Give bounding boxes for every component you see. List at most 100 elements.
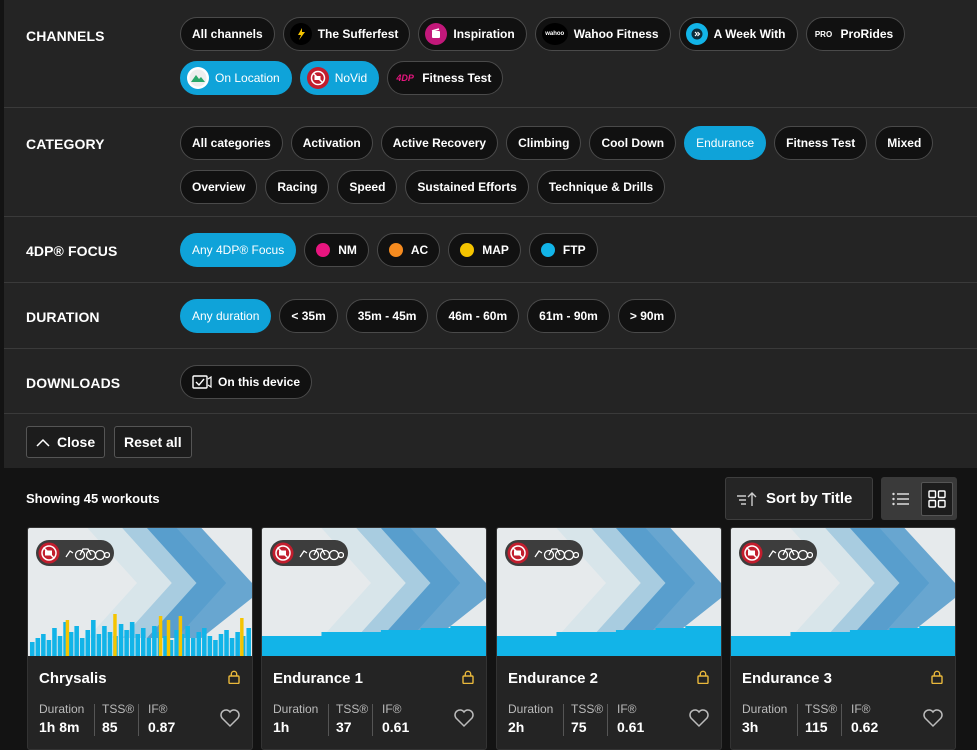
cycling-icon bbox=[533, 545, 579, 561]
profile-peak-bar bbox=[158, 616, 163, 656]
profile-peak-bar bbox=[178, 616, 183, 656]
reset-all-button[interactable]: Reset all bbox=[114, 426, 192, 458]
duration-stat: Duration 3h bbox=[742, 702, 788, 735]
profile-bar bbox=[118, 624, 124, 656]
favorite-heart-icon[interactable] bbox=[453, 708, 475, 733]
stat-divider bbox=[607, 704, 608, 736]
chip-technique-drills[interactable]: Technique & Drills bbox=[536, 170, 666, 204]
workout-card[interactable]: Endurance 1 Duration 1h TSS® 37 IF® 0.61 bbox=[261, 527, 487, 750]
chip-ac[interactable]: AC bbox=[376, 233, 441, 267]
profile-peak-bar bbox=[240, 618, 244, 656]
profile-peak-bar bbox=[166, 620, 171, 656]
chip-novid[interactable]: NoVid bbox=[299, 61, 380, 95]
profile-bar bbox=[174, 630, 179, 656]
chip-on-this-device[interactable]: On this device bbox=[180, 365, 313, 399]
chip-mixed[interactable]: Mixed bbox=[875, 126, 934, 160]
lock-icon bbox=[697, 670, 709, 689]
workout-badges bbox=[505, 540, 583, 566]
workout-card[interactable]: Chrysalis Duration 1h 8m TSS® 85 IF® 0.87 bbox=[27, 527, 253, 750]
duration-label: DURATION bbox=[26, 309, 100, 325]
focus-label: 4DP® FOCUS bbox=[26, 243, 118, 259]
chip-46-60m[interactable]: 46m - 60m bbox=[436, 299, 520, 333]
chip-a-week-with[interactable]: A Week With bbox=[678, 17, 798, 51]
chip-activation[interactable]: Activation bbox=[290, 126, 373, 160]
stat-divider bbox=[94, 704, 95, 736]
chip-climbing[interactable]: Climbing bbox=[506, 126, 582, 160]
chip-any-focus[interactable]: Any 4DP® Focus bbox=[180, 233, 297, 267]
novid-icon bbox=[272, 542, 294, 564]
profile-bar bbox=[46, 640, 52, 656]
chip-cool-down[interactable]: Cool Down bbox=[589, 126, 677, 160]
stat-divider bbox=[841, 704, 842, 736]
chip-all-channels[interactable]: All channels bbox=[180, 17, 275, 51]
chip-over-90m[interactable]: > 90m bbox=[617, 299, 677, 333]
favorite-heart-icon[interactable] bbox=[219, 708, 241, 733]
category-filter-row: CATEGORY All categories Activation Activ… bbox=[4, 108, 977, 217]
list-view-icon bbox=[892, 492, 910, 506]
profile-bar bbox=[207, 636, 213, 656]
chip-the-sufferfest[interactable]: The Sufferfest bbox=[282, 17, 411, 51]
chip-racing[interactable]: Racing bbox=[265, 170, 330, 204]
ftp-dot-icon bbox=[540, 243, 555, 257]
chip-all-categories[interactable]: All categories bbox=[180, 126, 283, 160]
filter-panel: CHANNELS All channels The Sufferfest Ins… bbox=[4, 0, 977, 468]
tss-stat: TSS® 37 bbox=[336, 702, 369, 735]
chip-inspiration[interactable]: Inspiration bbox=[418, 17, 527, 51]
novid-icon bbox=[507, 542, 529, 564]
on-location-icon bbox=[187, 67, 209, 89]
channels-label: CHANNELS bbox=[26, 28, 105, 44]
chip-fitness-test-category[interactable]: Fitness Test bbox=[774, 126, 868, 160]
favorite-heart-icon[interactable] bbox=[688, 708, 710, 733]
chip-active-recovery[interactable]: Active Recovery bbox=[380, 126, 499, 160]
profile-bar bbox=[146, 638, 152, 656]
4dp-icon: 4DP bbox=[396, 73, 414, 83]
lock-icon bbox=[228, 670, 240, 689]
stat-divider bbox=[372, 704, 373, 736]
profile-bar bbox=[35, 638, 41, 656]
duration-stat: Duration 1h bbox=[273, 702, 319, 735]
close-filters-button[interactable]: Close bbox=[26, 426, 106, 458]
chip-any-duration[interactable]: Any duration bbox=[180, 299, 272, 333]
chevron-up-icon bbox=[36, 438, 50, 447]
profile-bar bbox=[190, 638, 196, 656]
category-chips: All categories Activation Active Recover… bbox=[180, 126, 970, 204]
chip-ftp[interactable]: FTP bbox=[528, 233, 598, 267]
profile-bar bbox=[41, 634, 46, 656]
chip-wahoo-fitness[interactable]: wahoo Wahoo Fitness bbox=[534, 17, 671, 51]
if-stat: IF® 0.87 bbox=[148, 702, 176, 735]
chip-speed[interactable]: Speed bbox=[337, 170, 398, 204]
profile-bar bbox=[52, 628, 57, 656]
chip-prorides[interactable]: PRO ProRides bbox=[805, 17, 906, 51]
profile-bar bbox=[68, 632, 74, 656]
profile-bar bbox=[246, 628, 252, 656]
chip-endurance[interactable]: Endurance bbox=[684, 126, 767, 160]
chip-61-90m[interactable]: 61m - 90m bbox=[527, 299, 610, 333]
duration-stat: Duration 1h 8m bbox=[39, 702, 85, 735]
list-view-button[interactable] bbox=[885, 482, 917, 516]
profile-bar bbox=[79, 638, 85, 656]
chip-under-35m[interactable]: < 35m bbox=[279, 299, 338, 333]
wahoo-icon: wahoo bbox=[541, 23, 568, 45]
chip-map[interactable]: MAP bbox=[448, 233, 521, 267]
chip-on-location[interactable]: On Location bbox=[180, 61, 292, 95]
chip-sustained-efforts[interactable]: Sustained Efforts bbox=[405, 170, 529, 204]
workout-title: Chrysalis bbox=[39, 670, 107, 687]
stat-divider bbox=[138, 704, 139, 736]
nm-dot-icon bbox=[316, 243, 331, 257]
downloads-filter-row: DOWNLOADS On this device bbox=[4, 349, 977, 414]
channels-chips: All channels The Sufferfest Inspiration … bbox=[180, 17, 970, 95]
workout-card[interactable]: Endurance 3 Duration 3h TSS® 115 IF® 0.62 bbox=[730, 527, 956, 750]
if-stat: IF® 0.61 bbox=[617, 702, 645, 735]
profile-bar bbox=[140, 628, 146, 656]
grid-view-button[interactable] bbox=[921, 481, 953, 516]
chip-overview[interactable]: Overview bbox=[180, 170, 258, 204]
profile-bar bbox=[218, 634, 224, 656]
workout-card[interactable]: Endurance 2 Duration 2h TSS® 75 IF® 0.61 bbox=[496, 527, 722, 750]
chip-nm[interactable]: NM bbox=[304, 233, 369, 267]
chip-35-45m[interactable]: 35m - 45m bbox=[345, 299, 429, 333]
sort-button[interactable]: Sort by Title bbox=[725, 477, 873, 520]
workout-badges bbox=[270, 540, 348, 566]
workout-title: Endurance 1 bbox=[273, 670, 364, 687]
favorite-heart-icon[interactable] bbox=[922, 708, 944, 733]
chip-fitness-test-channel[interactable]: 4DP Fitness Test bbox=[387, 61, 504, 95]
